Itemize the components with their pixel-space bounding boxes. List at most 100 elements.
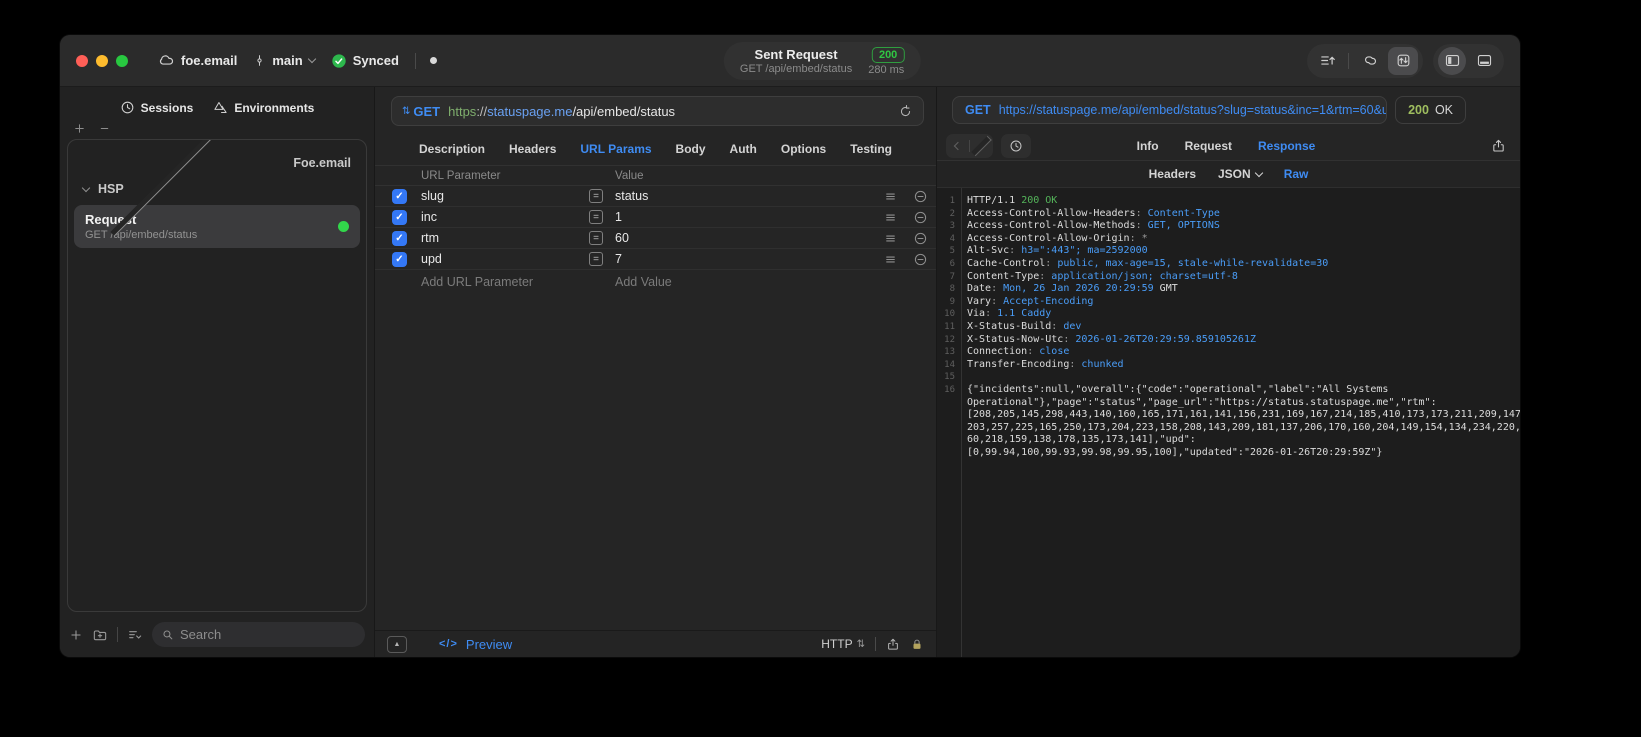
param-checkbox[interactable]: ✓ xyxy=(392,251,407,267)
method-selector[interactable]: ⇅ GET xyxy=(402,104,440,119)
param-checkbox[interactable]: ✓ xyxy=(392,230,407,246)
sync-loops-button[interactable] xyxy=(1355,47,1385,75)
request-tab-headers[interactable]: Headers xyxy=(509,142,556,156)
cloud-icon xyxy=(158,52,175,69)
titlebar-actions xyxy=(1307,43,1504,78)
search-input[interactable] xyxy=(180,627,356,642)
new-folder-button[interactable] xyxy=(92,627,108,643)
param-checkbox[interactable]: ✓ xyxy=(392,209,407,225)
row-remove-button[interactable] xyxy=(904,231,936,246)
request-url-input[interactable]: https://statuspage.me/api/embed/status xyxy=(448,104,890,119)
add-url-parameter-field[interactable]: Add URL Parameter xyxy=(421,275,589,289)
param-value[interactable]: status xyxy=(615,189,876,203)
minimize-button[interactable] xyxy=(96,54,108,67)
toggle-sidebar-button[interactable] xyxy=(1438,46,1466,75)
response-tab-response[interactable]: Response xyxy=(1258,139,1315,153)
search-icon xyxy=(161,628,174,641)
sent-request-pill[interactable]: Sent Request GET /api/embed/status 200 2… xyxy=(723,42,921,80)
preview-button[interactable]: </> Preview xyxy=(439,637,512,652)
branch-icon xyxy=(253,54,266,67)
response-subtab-headers[interactable]: Headers xyxy=(1149,167,1196,181)
drawer-toggle-button[interactable]: ▲ xyxy=(387,635,407,653)
request-panel-footer: ▲ </> Preview HTTP ⇅ xyxy=(375,630,936,657)
tab-sessions[interactable]: Sessions xyxy=(120,100,194,115)
response-subtab-json[interactable]: JSON xyxy=(1218,167,1263,181)
add-request-button[interactable] xyxy=(69,628,83,642)
export-requests-button[interactable] xyxy=(1312,47,1342,75)
add-value-field[interactable]: Add Value xyxy=(615,275,876,289)
tree-group-hsp[interactable]: HSP xyxy=(73,176,361,202)
param-name[interactable]: inc xyxy=(421,210,589,224)
param-name[interactable]: slug xyxy=(421,189,589,203)
add-session-button[interactable] xyxy=(73,122,86,135)
code-line: 11 X-Status-Build: dev xyxy=(944,320,1082,332)
request-tab-auth[interactable]: Auth xyxy=(730,142,757,156)
request-tab-testing[interactable]: Testing xyxy=(850,142,892,156)
request-tab-body[interactable]: Body xyxy=(676,142,706,156)
gutter-divider xyxy=(961,188,962,657)
project-name: foe.email xyxy=(181,53,238,68)
forward-button[interactable] xyxy=(970,134,993,158)
sent-request-subtitle: GET /api/embed/status xyxy=(739,63,853,75)
sort-filter-button[interactable] xyxy=(127,627,143,643)
row-options-icon[interactable] xyxy=(876,211,904,224)
code-line: Operational"},"page":"status","page_url"… xyxy=(967,396,1437,408)
param-value[interactable]: 1 xyxy=(615,210,876,224)
response-subtab-raw[interactable]: Raw xyxy=(1284,167,1309,181)
row-options-icon[interactable] xyxy=(876,190,904,203)
row-options-icon[interactable] xyxy=(876,232,904,245)
toggle-bottom-panel-button[interactable] xyxy=(1469,47,1499,75)
remove-session-button[interactable] xyxy=(98,122,111,135)
project-menu[interactable]: foe.email xyxy=(158,52,237,69)
history-button[interactable] xyxy=(1001,133,1031,158)
share-icon[interactable] xyxy=(1491,138,1506,154)
response-panel: GET https://statuspage.me/api/embed/stat… xyxy=(937,87,1520,657)
code-line: 9 Vary: Accept-Encoding xyxy=(949,295,1094,307)
equals-box: = xyxy=(589,210,603,224)
request-success-dot xyxy=(338,221,349,232)
tab-environments-label: Environments xyxy=(234,100,315,115)
param-name[interactable]: upd xyxy=(421,252,589,266)
response-body[interactable]: 1 HTTP/1.1 200 OK 2 Access-Control-Allow-He… xyxy=(937,188,1520,657)
param-value[interactable]: 60 xyxy=(615,231,876,245)
equals-box: = xyxy=(589,252,603,266)
response-tab-request[interactable]: Request xyxy=(1185,139,1232,153)
environments-icon xyxy=(213,100,228,115)
lock-icon[interactable] xyxy=(910,637,924,652)
request-tab-options[interactable]: Options xyxy=(781,142,826,156)
row-remove-button[interactable] xyxy=(904,252,936,267)
request-tab-description[interactable]: Description xyxy=(419,142,485,156)
response-tab-info[interactable]: Info xyxy=(1137,139,1159,153)
request-tab-url-params[interactable]: URL Params xyxy=(580,142,651,156)
branch-menu[interactable]: main xyxy=(253,53,316,68)
code-line: 8 Date: Mon, 26 Jan 2026 20:29:59 GMT xyxy=(949,283,1178,295)
share-icon[interactable] xyxy=(886,637,900,652)
request-url-bar[interactable]: ⇅ GET https://statuspage.me/api/embed/st… xyxy=(391,96,924,126)
response-tabs: Info Request Response xyxy=(1137,139,1316,153)
close-button[interactable] xyxy=(76,54,88,67)
tab-environments[interactable]: Environments xyxy=(213,100,314,115)
tree-group-foe-email[interactable]: Foe.email xyxy=(73,140,361,237)
request-url-row: ⇅ GET https://statuspage.me/api/embed/st… xyxy=(375,87,936,133)
row-options-icon[interactable] xyxy=(876,253,904,266)
response-url-bar[interactable]: GET https://statuspage.me/api/embed/stat… xyxy=(952,96,1388,124)
param-checkbox[interactable]: ✓ xyxy=(392,188,407,204)
sync-status[interactable]: Synced xyxy=(331,53,399,69)
resend-icon[interactable] xyxy=(898,104,913,119)
response-url: https://statuspage.me/api/embed/status?s… xyxy=(998,103,1388,117)
protocol-selector[interactable]: HTTP ⇅ xyxy=(821,637,865,651)
response-share xyxy=(1315,138,1506,154)
tab-sessions-label: Sessions xyxy=(140,100,194,115)
column-url-parameter: URL Parameter xyxy=(421,169,501,182)
method-updown-icon: ⇅ xyxy=(402,105,411,117)
sidebar-search[interactable] xyxy=(152,622,365,647)
param-name[interactable]: rtm xyxy=(421,231,589,245)
request-method: GET xyxy=(413,103,441,119)
row-remove-button[interactable] xyxy=(904,210,936,225)
import-response-button[interactable] xyxy=(1388,46,1418,75)
preview-label: Preview xyxy=(465,636,513,652)
row-remove-button[interactable] xyxy=(904,189,936,204)
param-value[interactable]: 7 xyxy=(615,252,876,266)
zoom-button[interactable] xyxy=(116,54,128,67)
back-button[interactable] xyxy=(946,134,969,158)
